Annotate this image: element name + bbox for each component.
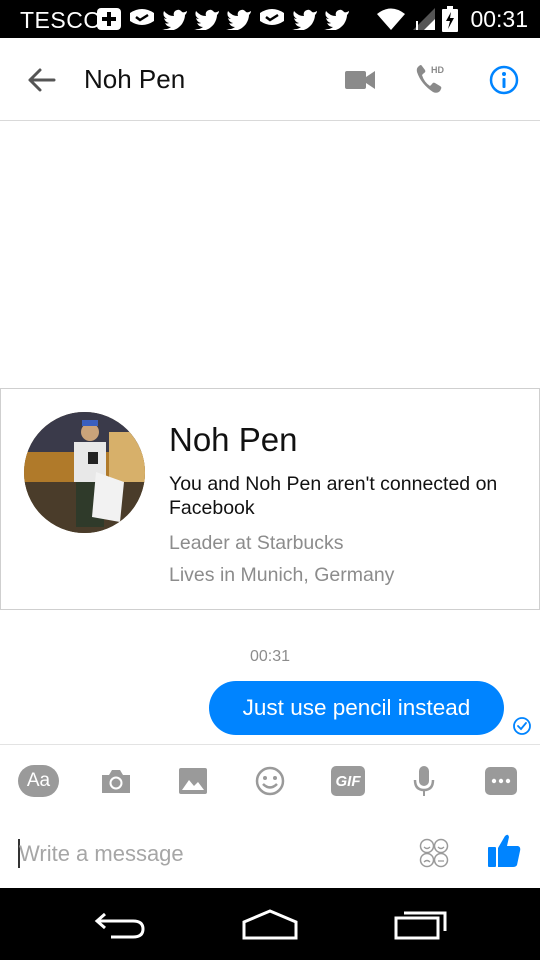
video-camera-icon[interactable] xyxy=(344,66,376,94)
status-bar: TESCO 00:31 xyxy=(0,0,540,38)
message-timestamp: 00:31 xyxy=(249,648,291,665)
battery-charging-icon xyxy=(442,6,459,32)
connection-status: You and Noh Pen aren't connected on Face… xyxy=(169,473,498,519)
sticker-icon[interactable] xyxy=(418,837,450,869)
phone-hd-icon[interactable]: HD xyxy=(414,62,450,96)
twitter-icon xyxy=(324,9,349,30)
profile-job: Leader at Starbucks xyxy=(169,532,344,554)
message-input-row xyxy=(0,816,540,888)
chat-bubble-icon xyxy=(130,9,154,25)
gif-button[interactable]: GIF xyxy=(331,766,365,796)
nav-home-icon[interactable] xyxy=(241,908,299,940)
conversation-header: Noh Pen HD xyxy=(0,38,540,121)
contact-profile-card[interactable]: Noh Pen You and Noh Pen aren't connected… xyxy=(0,388,540,610)
signal-icon xyxy=(413,8,436,30)
message-input[interactable] xyxy=(19,836,399,872)
chat-bubble-icon xyxy=(260,9,284,25)
seen-check-icon xyxy=(513,717,531,735)
sent-message-bubble[interactable]: Just use pencil instead xyxy=(209,681,504,735)
info-icon[interactable] xyxy=(488,64,520,96)
text-format-button[interactable]: Aa xyxy=(18,765,59,797)
profile-location: Lives in Munich, Germany xyxy=(169,564,395,586)
twitter-icon xyxy=(194,9,219,30)
page-title[interactable]: Noh Pen xyxy=(84,64,185,95)
notification-icons xyxy=(96,6,350,32)
back-arrow-icon[interactable] xyxy=(24,63,58,97)
system-status-icons: 00:31 xyxy=(376,5,528,33)
thumbs-up-icon[interactable] xyxy=(486,832,522,870)
twitter-icon xyxy=(226,9,251,30)
hd-badge: HD xyxy=(431,65,444,75)
mic-icon[interactable] xyxy=(412,763,436,799)
nav-recent-apps-icon[interactable] xyxy=(393,908,449,940)
more-icon[interactable] xyxy=(485,767,517,795)
twitter-icon xyxy=(292,9,317,30)
clock: 00:31 xyxy=(470,5,528,32)
carrier-name: TESCO xyxy=(20,7,102,33)
camera-icon[interactable] xyxy=(100,763,132,799)
wifi-icon xyxy=(377,8,406,30)
system-nav-bar xyxy=(0,888,540,960)
profile-name: Noh Pen xyxy=(169,421,298,458)
avatar[interactable] xyxy=(24,412,145,533)
composer-toolbar: Aa GIF xyxy=(0,744,540,816)
gallery-icon[interactable] xyxy=(177,763,209,799)
plus-icon xyxy=(97,8,121,30)
twitter-icon xyxy=(162,9,187,30)
nav-back-icon[interactable] xyxy=(93,910,147,940)
emoji-icon[interactable] xyxy=(254,763,286,799)
